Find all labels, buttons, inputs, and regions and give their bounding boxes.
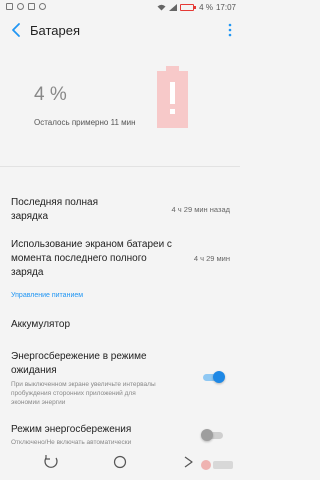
last-full-charge-label: Последняя полная зарядка <box>11 197 98 222</box>
recents-icon[interactable] <box>43 454 59 470</box>
battery-percent: 4 % <box>34 84 67 105</box>
download-icon <box>28 3 35 10</box>
battery-alert-icon <box>157 66 188 128</box>
standby-saving-row[interactable]: Энергосбережение в режиме ожидания При в… <box>11 350 233 407</box>
power-saving-mode-toggle[interactable] <box>201 429 225 441</box>
standby-saving-description: При выключенном экране увеличьте интерва… <box>11 381 156 406</box>
battery-summary: 4 % Осталось примерно 11 мин <box>0 46 240 160</box>
status-time: 17:07 <box>215 3 236 12</box>
screen-usage-row[interactable]: Использование экраном батареи с момента … <box>11 238 233 280</box>
arrow-back-icon[interactable] <box>8 21 24 39</box>
screen-usage-label: Использование экраном батареи с момента … <box>11 239 172 278</box>
divider <box>0 166 240 167</box>
status-battery-percent: 4 % <box>199 3 213 12</box>
notification-icon <box>17 3 24 10</box>
section-header-power-management: Управление питанием <box>11 292 84 299</box>
nav-back-icon[interactable] <box>180 454 196 470</box>
alert-icon <box>39 3 46 10</box>
status-bar: 4 % 17:07 <box>0 0 240 16</box>
signal-icon <box>169 4 178 11</box>
standby-saving-toggle[interactable] <box>201 371 225 383</box>
toggle-thumb <box>213 371 225 383</box>
system-icons: 4 % 17:07 <box>157 3 236 12</box>
toggle-thumb <box>201 429 213 441</box>
accumulator-label: Аккумулятор <box>11 319 71 330</box>
home-icon[interactable] <box>112 454 128 470</box>
status-battery-icon <box>180 4 197 11</box>
standby-saving-label: Энергосбережение в режиме ожидания <box>11 351 147 376</box>
gallery-icon <box>6 3 13 10</box>
screen-usage-value: 4 ч 29 мин <box>193 254 230 263</box>
wifi-icon <box>157 4 166 11</box>
power-saving-mode-label: Режим энергосбережения <box>11 424 132 435</box>
more-vert-icon[interactable] <box>226 22 234 38</box>
last-full-charge-value: 4 ч 29 мин назад <box>171 205 230 214</box>
last-full-charge-row[interactable]: Последняя полная зарядка 4 ч 29 мин наза… <box>11 196 233 224</box>
power-saving-mode-row[interactable]: Режим энергосбережения Отключено/Не вклю… <box>11 423 233 447</box>
watermark-logo-icon <box>201 460 233 470</box>
app-bar: Батарея <box>0 18 240 44</box>
accumulator-row[interactable]: Аккумулятор <box>11 318 233 332</box>
notification-icons <box>6 3 46 10</box>
page-title: Батарея <box>30 23 81 38</box>
battery-remaining-time: Осталось примерно 11 мин <box>34 118 136 127</box>
